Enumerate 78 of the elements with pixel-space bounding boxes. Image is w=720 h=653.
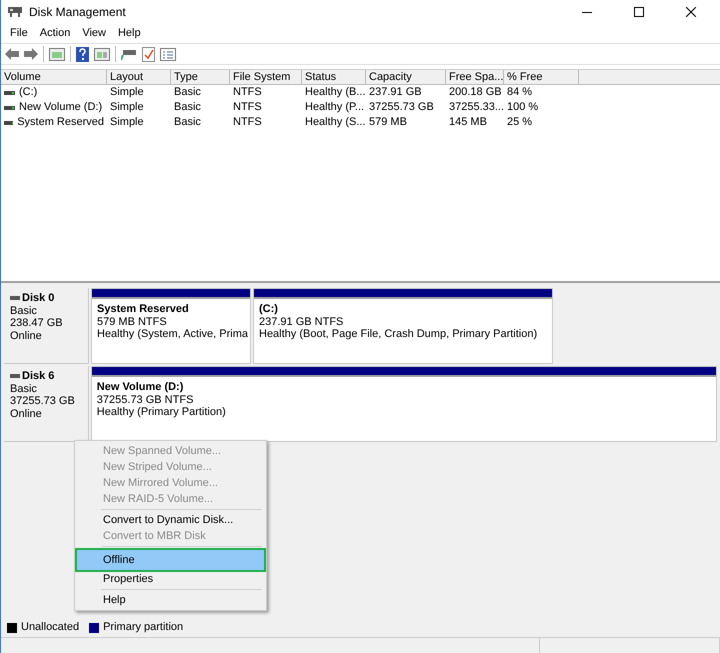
close-icon: [686, 7, 696, 17]
drive-icon: [4, 120, 14, 124]
table-cell-text: 237.91 GB: [369, 85, 422, 100]
partition-name: System Reserved: [97, 303, 190, 316]
disk-label-panel[interactable]: Disk 6 Basic 37255.73 GB Online: [4, 366, 89, 442]
column-header[interactable]: Capacity: [366, 70, 446, 85]
table-cell-text: Healthy (P...: [305, 100, 364, 116]
help-icon[interactable]: [76, 46, 89, 62]
table-cell-text: Simple: [110, 85, 144, 100]
partition-name: New Volume (D:): [96, 381, 184, 394]
panel-icon[interactable]: [94, 48, 110, 60]
disk-label-panel[interactable]: Disk 0 Basic 238.47 GB Online: [4, 288, 89, 364]
table-cell-text: Simple: [110, 100, 144, 116]
table-cell-text: NTFS: [233, 85, 262, 100]
table-cell-text: NTFS: [233, 115, 262, 130]
disk-status: Online: [10, 330, 43, 342]
table-cell-text: Basic: [174, 85, 201, 100]
table-cell-text: Basic: [174, 115, 201, 130]
column-header[interactable]: Volume: [1, 70, 107, 85]
disk-status: Online: [10, 408, 43, 420]
column-header[interactable]: Layout: [107, 70, 171, 85]
disk-size: 238.47 GB: [10, 317, 64, 330]
partition-size: 579 MB NTFS: [97, 316, 168, 328]
table-cell-text: NTFS: [233, 100, 262, 116]
disk-name: Disk 0: [22, 292, 54, 304]
legend-label: Unallocated: [21, 620, 80, 636]
table-cell-text: 100 %: [507, 100, 538, 116]
partition-status: Healthy (Primary Partition): [96, 406, 227, 418]
checklist-icon[interactable]: [142, 46, 155, 62]
partition-block[interactable]: New Volume (D:) 37255.73 GB NTFS Healthy (Primary Partition): [90, 366, 717, 442]
partition-size: 37255.73 GB NTFS: [96, 394, 194, 406]
maximize-icon: [634, 7, 644, 17]
back-icon[interactable]: [5, 48, 19, 60]
column-header[interactable]: Free Spa...: [446, 70, 504, 85]
partition-block[interactable]: System Reserved 579 MB NTFS Healthy (System, Active, Prima: [91, 288, 251, 364]
forward-icon[interactable]: [24, 48, 38, 60]
menu-item[interactable]: Offline: [77, 550, 264, 570]
disk-type: Basic: [10, 304, 38, 317]
disk-size: 37255.73 GB: [10, 395, 76, 408]
menu-item[interactable]: Action: [34, 25, 76, 42]
partition-status: Healthy (Boot, Page File, Crash Dump, Primary Partition): [259, 328, 538, 340]
table-cell-text: Basic: [174, 100, 201, 116]
menu-item[interactable]: Help: [112, 25, 146, 42]
table-cell-text: (C:): [19, 85, 38, 100]
drive-icon[interactable]: [121, 47, 137, 61]
legend-label: Primary partition: [103, 620, 184, 636]
table-cell-text: Healthy (S...: [305, 115, 366, 130]
column-header[interactable]: File System: [230, 70, 302, 85]
drive-icon: [4, 106, 15, 110]
column-header[interactable]: Status: [302, 70, 366, 85]
menu-item[interactable]: View: [77, 25, 111, 42]
menu-item[interactable]: Properties: [77, 571, 264, 587]
table-cell-text: 579 MB: [369, 115, 407, 130]
drive-icon: [4, 90, 15, 94]
table-cell-text: 37255.73 GB: [369, 100, 434, 116]
column-header[interactable]: Type: [171, 70, 230, 85]
table-cell-text: 37255.33...: [449, 100, 504, 116]
table-cell-text: Simple: [110, 115, 144, 130]
table-cell-text: New Volume (D:): [19, 100, 102, 116]
table-cell-text: 84 %: [507, 85, 532, 100]
partition-block[interactable]: (C:) 237.91 GB NTFS Healthy (Boot, Page File, Crash Dump, Primary Partition): [253, 288, 553, 364]
table-cell-text: Healthy (B...: [305, 85, 366, 100]
column-header[interactable]: % Free: [504, 70, 579, 85]
panel-icon[interactable]: [49, 48, 65, 60]
disk-type: Basic: [10, 382, 38, 395]
table-cell-text: System Reserved: [17, 115, 104, 130]
menu-item[interactable]: Convert to Dynamic Disk...: [77, 512, 264, 528]
partition-name: (C:): [259, 303, 279, 316]
disk-name: Disk 6: [22, 370, 54, 382]
table-cell-text: 145 MB: [449, 115, 487, 130]
menu-item[interactable]: Help: [77, 592, 264, 608]
window-title: Disk Management: [29, 4, 126, 21]
list-icon[interactable]: [160, 48, 176, 60]
table-cell-text: 25 %: [507, 115, 532, 130]
menu-item[interactable]: File: [5, 25, 33, 42]
partition-size: 237.91 GB NTFS: [259, 316, 344, 328]
table-cell-text: 200.18 GB: [449, 85, 502, 100]
app-icon: [7, 6, 23, 18]
